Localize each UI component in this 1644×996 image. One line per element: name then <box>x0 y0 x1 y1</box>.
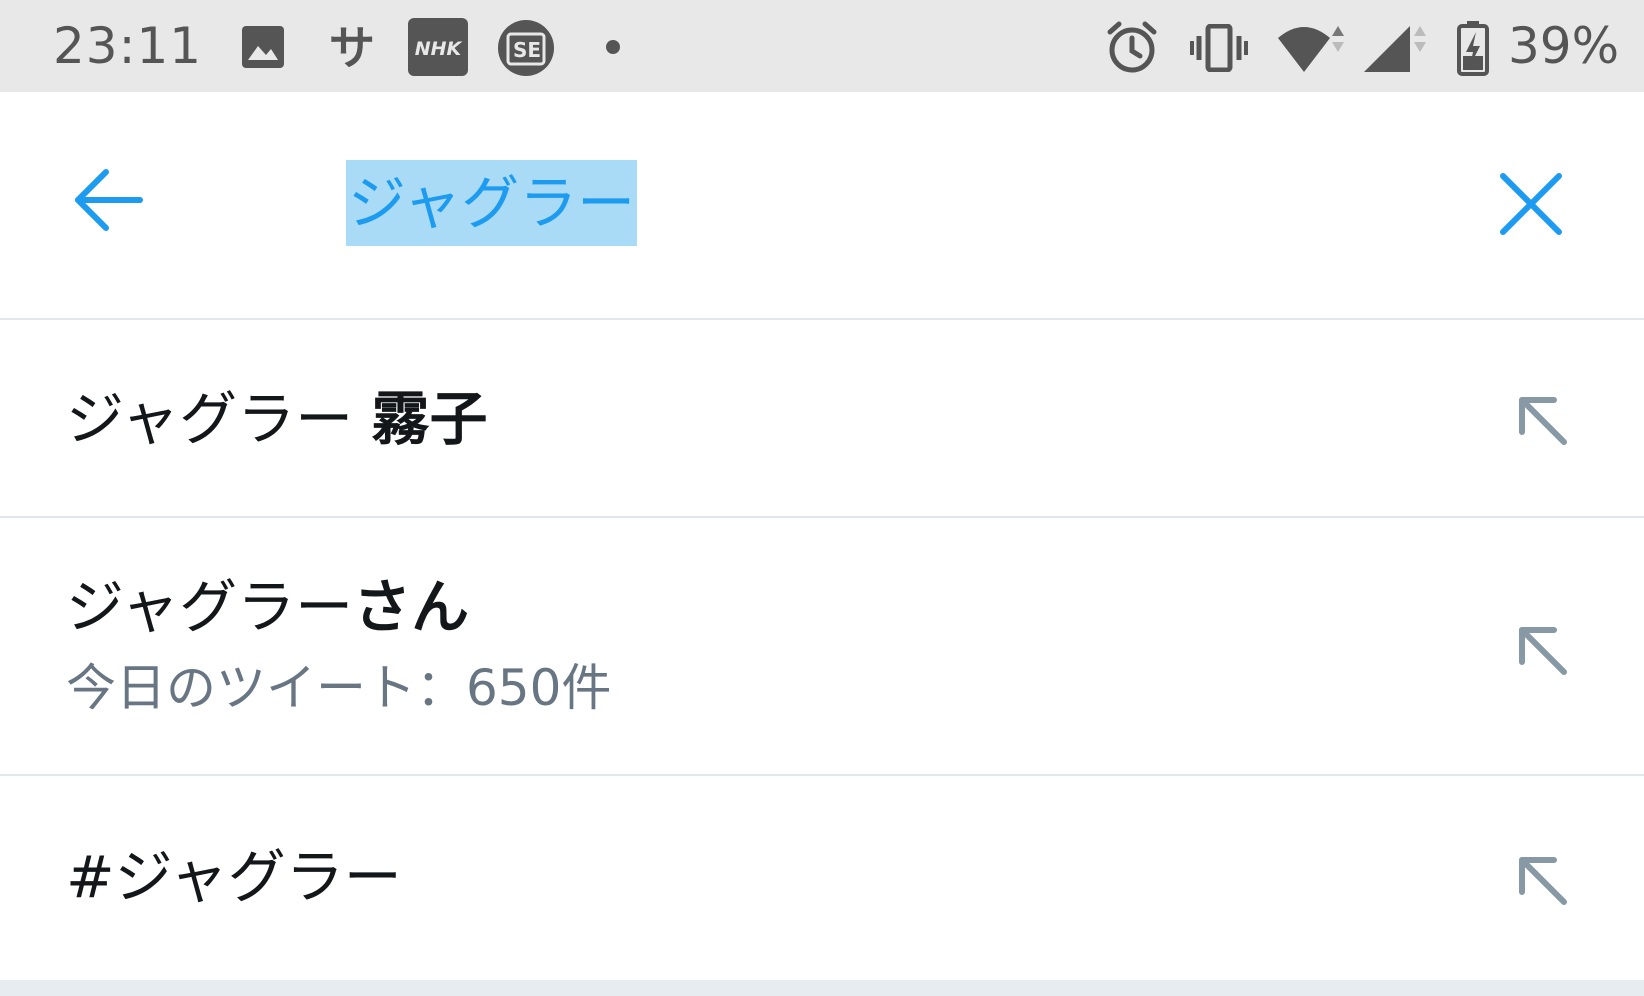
svg-text:SE: SE <box>513 38 541 62</box>
suggestion-typed-part: ジャグラー <box>66 573 354 641</box>
suggestion-text: ジャグラー 霧子 <box>66 384 488 454</box>
search-bar: ジャグラー <box>0 92 1644 320</box>
suggestion-text: #ジャグラー <box>66 843 402 911</box>
suggestion-item[interactable]: ジャグラーさん 今日のツイート：650件 <box>0 518 1644 776</box>
nhk-icon: NHK <box>408 18 468 76</box>
battery-percent: 39% <box>1508 17 1620 75</box>
vibrate-icon <box>1190 24 1248 72</box>
status-time: 23:11 <box>53 17 203 75</box>
sa-app-icon: サ <box>329 21 375 75</box>
battery-charging-icon <box>1457 21 1489 76</box>
more-dot-icon <box>606 40 620 54</box>
suggestion-item[interactable]: ジャグラー 霧子 <box>0 320 1644 518</box>
suggestion-typed-part: ジャグラー <box>66 385 372 453</box>
svg-text:NHK: NHK <box>415 38 463 60</box>
suggestion-item[interactable]: #ジャグラー <box>0 776 1644 980</box>
status-bar: 23:11 サ NHK SE 39% <box>0 0 1644 92</box>
se-app-icon: SE <box>498 20 554 76</box>
signal-icon <box>1364 26 1426 72</box>
arrow-left-icon[interactable] <box>72 162 148 238</box>
suggestion-completion: さん <box>353 573 470 641</box>
suggestion-tweet-count: 今日のツイート：650件 <box>66 659 612 717</box>
list-footer-divider <box>0 980 1644 996</box>
suggestion-completion: 霧子 <box>371 385 488 453</box>
alarm-icon <box>1107 21 1157 73</box>
image-icon <box>242 26 284 68</box>
suggestion-text: ジャグラーさん <box>66 572 469 642</box>
wifi-icon <box>1278 26 1344 72</box>
arrow-up-left-icon[interactable] <box>1512 620 1572 680</box>
close-icon[interactable] <box>1495 168 1567 240</box>
search-input[interactable]: ジャグラー <box>346 160 638 246</box>
svg-text:サ: サ <box>329 21 375 75</box>
arrow-up-left-icon[interactable] <box>1512 850 1572 910</box>
arrow-up-left-icon[interactable] <box>1512 390 1572 450</box>
